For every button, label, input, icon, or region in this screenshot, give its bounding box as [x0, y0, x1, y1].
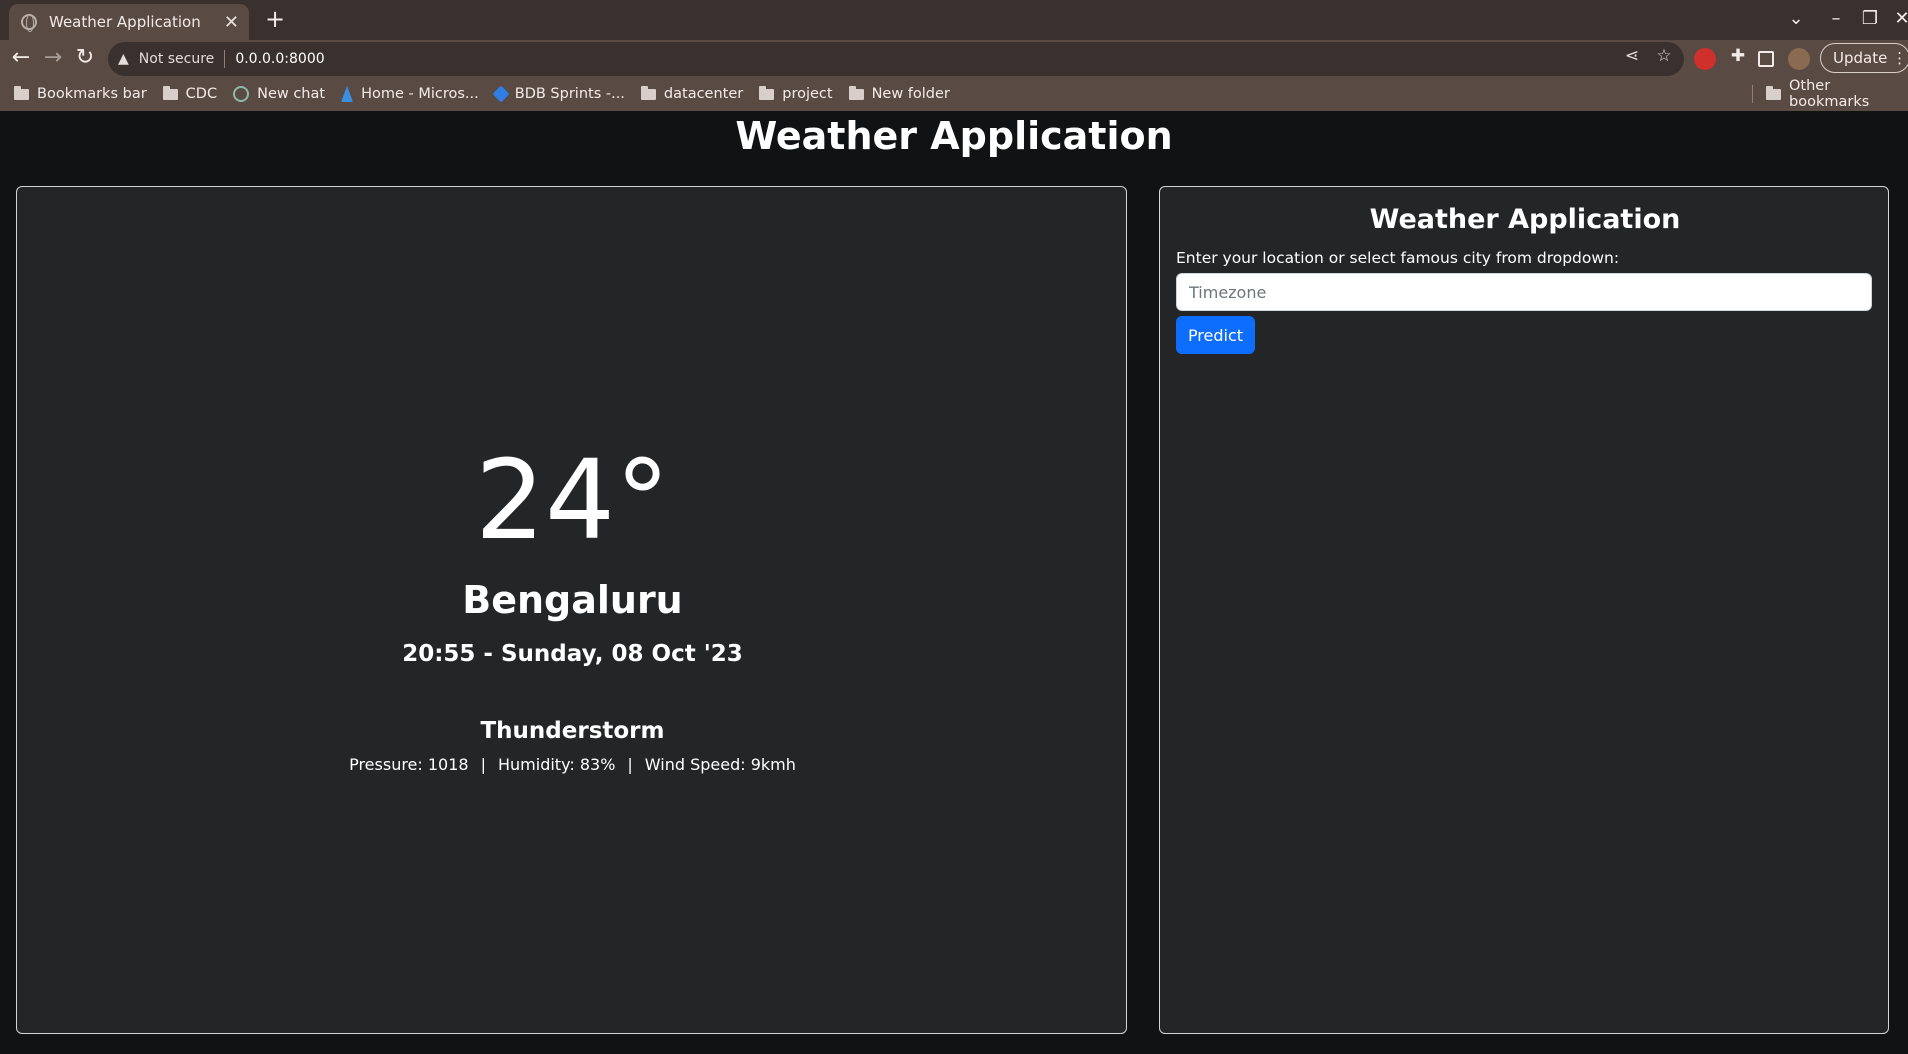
- browser-chrome: Weather Application ✕ + ⌄ – ❐ ✕ ← → ↻ ▲ …: [0, 0, 1908, 111]
- tab-title: Weather Application: [49, 13, 201, 31]
- weather-details: Pressure: 1018 | Humidity: 83% | Wind Speed:…: [17, 753, 1128, 777]
- tab-strip: Weather Application ✕ + ⌄ – ❐ ✕: [0, 0, 1908, 40]
- tab-search-icon[interactable]: ⌄: [1782, 6, 1810, 32]
- temperature-value: 24°: [475, 436, 670, 564]
- folder-icon: [759, 85, 775, 100]
- address-bar[interactable]: ▲ Not secure 0.0.0.0:8000: [108, 42, 1684, 76]
- bookmark-home-microsoft[interactable]: Home - Micros...: [341, 86, 479, 102]
- bookmark-folder-new-folder[interactable]: New folder: [848, 85, 950, 102]
- share-icon[interactable]: ⋖: [1620, 46, 1644, 66]
- page-content: Weather Application 24° Bengaluru 20:55 …: [0, 111, 1908, 1054]
- bookmark-label: Home - Micros...: [361, 86, 479, 102]
- bookmark-label: New folder: [871, 86, 950, 102]
- jira-icon: [492, 85, 510, 103]
- new-tab-button[interactable]: +: [262, 6, 288, 32]
- warning-icon: ▲: [118, 51, 129, 67]
- weather-condition: Thunderstorm: [480, 718, 665, 744]
- security-label: Not secure: [138, 51, 215, 67]
- bookmark-label: CDC: [185, 86, 218, 102]
- chatgpt-icon: [233, 86, 250, 102]
- back-icon[interactable]: ←: [6, 43, 36, 73]
- close-tab-icon[interactable]: ✕: [224, 12, 239, 33]
- city-name: Bengaluru: [462, 578, 683, 622]
- weather-display-panel: 24° Bengaluru 20:55 - Sunday, 08 Oct '23…: [16, 186, 1127, 1034]
- address-separator: [224, 50, 226, 68]
- restore-icon[interactable]: ❐: [1856, 6, 1884, 32]
- other-bookmarks[interactable]: Other bookmarks: [1766, 78, 1908, 110]
- minimize-icon[interactable]: –: [1822, 6, 1850, 32]
- side-panel-icon[interactable]: [1758, 51, 1774, 67]
- bookmark-new-chat[interactable]: New chat: [233, 86, 325, 102]
- bookmark-bdb-sprints[interactable]: BDB Sprints -...: [492, 85, 625, 103]
- bookmarks-divider: [1752, 85, 1753, 103]
- folder-icon: [640, 85, 656, 100]
- folder-icon: [162, 85, 178, 100]
- bookmark-folder-bookmarks-bar[interactable]: Bookmarks bar: [14, 85, 147, 102]
- details-separator: |: [627, 755, 633, 774]
- location-form-panel: Weather Application Enter your location …: [1159, 186, 1889, 1034]
- location-input[interactable]: [1176, 273, 1872, 311]
- bookmark-folder-cdc[interactable]: CDC: [162, 85, 218, 102]
- extensions-puzzle-icon[interactable]: ✚: [1726, 46, 1750, 66]
- browser-tab[interactable]: Weather Application ✕: [9, 4, 249, 40]
- bookmark-label: BDB Sprints -...: [514, 86, 625, 102]
- profile-avatar[interactable]: [1788, 48, 1810, 70]
- pressure-value: Pressure: 1018: [349, 755, 469, 774]
- humidity-value: Humidity: 83%: [497, 755, 616, 774]
- wind-speed-value: Wind Speed: 9kmh: [644, 755, 796, 774]
- folder-icon: [1766, 85, 1781, 100]
- forward-icon[interactable]: →: [38, 43, 68, 73]
- update-button[interactable]: Update ⋮: [1820, 43, 1908, 73]
- form-title: Weather Application: [1369, 204, 1681, 235]
- bookmark-star-icon[interactable]: ☆: [1652, 46, 1676, 66]
- folder-icon: [848, 85, 864, 100]
- browser-toolbar: ← → ↻ ▲ Not secure 0.0.0.0:8000 ⋖ ☆ ✚ Up…: [0, 40, 1908, 76]
- date-time: 20:55 - Sunday, 08 Oct '23: [402, 641, 743, 667]
- url-text: 0.0.0.0:8000: [235, 51, 325, 67]
- globe-icon: [21, 14, 37, 32]
- close-window-icon[interactable]: ✕: [1888, 6, 1908, 32]
- azure-icon: [341, 86, 354, 102]
- reload-icon[interactable]: ↻: [70, 43, 100, 73]
- bookmark-label: New chat: [257, 86, 326, 102]
- predict-button[interactable]: Predict: [1176, 316, 1255, 354]
- extension-red-icon[interactable]: [1694, 48, 1716, 70]
- update-label: Update: [1833, 49, 1888, 67]
- location-label: Enter your location or select famous cit…: [1176, 249, 1620, 267]
- page-title: Weather Application: [735, 114, 1173, 158]
- bookmark-folder-project[interactable]: project: [759, 85, 833, 102]
- details-separator: |: [480, 755, 486, 774]
- bookmark-folder-datacenter[interactable]: datacenter: [640, 85, 744, 102]
- bookmarks-bar: Bookmarks bar CDC New chat Home - Micros…: [0, 80, 1908, 108]
- other-bookmarks-label: Other bookmarks: [1789, 78, 1870, 110]
- bookmark-label: Bookmarks bar: [37, 86, 147, 102]
- bookmark-label: project: [782, 86, 833, 102]
- bookmark-label: datacenter: [663, 86, 744, 102]
- folder-icon: [14, 85, 29, 100]
